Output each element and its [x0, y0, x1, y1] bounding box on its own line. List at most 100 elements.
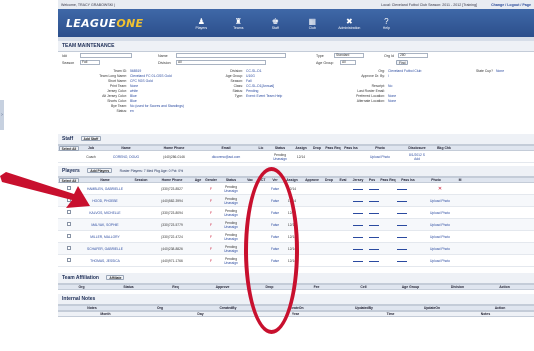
- col-header[interactable]: Age Group: [387, 285, 434, 289]
- nav-club[interactable]: ▦ Club: [298, 17, 326, 30]
- unassign-link[interactable]: Unassign: [218, 225, 244, 229]
- player-name-link[interactable]: MILLER, MALLORY: [80, 235, 130, 239]
- unassign-link[interactable]: Unassign: [218, 189, 244, 193]
- staff-col-header[interactable]: Pass Iss: [342, 146, 360, 150]
- add-players-button[interactable]: Add Players: [87, 168, 113, 173]
- staff-col-header[interactable]: Home Phone: [150, 146, 198, 150]
- player-col-header[interactable]: Gender: [204, 178, 218, 182]
- collapse-handle[interactable]: ›: [0, 100, 4, 130]
- upload-photo-link[interactable]: Upload Photo: [360, 155, 400, 159]
- player-checkbox[interactable]: [67, 246, 71, 250]
- col-header[interactable]: Req: [152, 285, 199, 289]
- unassign-link[interactable]: Unassign: [218, 237, 244, 241]
- upload-photo-link[interactable]: Upload Photo: [422, 211, 458, 215]
- pos-blank[interactable]: [369, 212, 379, 214]
- player-col-header[interactable]: Photo: [418, 178, 454, 182]
- col-header[interactable]: Time: [343, 312, 438, 316]
- staff-col-header[interactable]: Job: [80, 146, 102, 150]
- upload-photo-link[interactable]: Upload Photo: [422, 247, 458, 251]
- player-checkbox[interactable]: [67, 222, 71, 226]
- player-col-header[interactable]: Vac: [244, 178, 256, 182]
- player-col-header[interactable]: Drop: [322, 178, 336, 182]
- player-checkbox[interactable]: [67, 234, 71, 238]
- player-col-header[interactable]: Home Phone: [152, 178, 192, 182]
- jersey-blank[interactable]: [353, 236, 363, 238]
- jersey-blank[interactable]: [353, 188, 363, 190]
- affiliate-button[interactable]: Affiliate: [106, 275, 125, 280]
- staff-col-header[interactable]: Lic: [254, 146, 268, 150]
- col-header[interactable]: Approve: [199, 285, 246, 289]
- player-col-header[interactable]: Session: [130, 178, 152, 182]
- col-header[interactable]: Notes: [438, 312, 533, 316]
- player-col-header[interactable]: Approve: [302, 178, 322, 182]
- col-header[interactable]: Action: [481, 285, 528, 289]
- col-header[interactable]: Action: [466, 306, 534, 310]
- nav-players[interactable]: ♟ Players: [187, 17, 215, 30]
- nav-help[interactable]: ? Help: [372, 17, 400, 30]
- player-name-link[interactable]: SCHAFER, GABRIELLE: [80, 247, 130, 251]
- upload-photo-link[interactable]: Upload Photo: [422, 235, 458, 239]
- jersey-blank[interactable]: [353, 260, 363, 262]
- unassign-link[interactable]: Unassign: [268, 157, 292, 161]
- org-id-input[interactable]: 280: [398, 53, 428, 58]
- staff-col-header[interactable]: Pass Req: [324, 146, 342, 150]
- logo[interactable]: LEAGUEONE: [66, 17, 143, 30]
- upload-photo-link[interactable]: Upload Photo: [422, 199, 458, 203]
- disclosure[interactable]: 8/1/2012 S Add: [400, 153, 434, 161]
- pass-blank[interactable]: [397, 212, 407, 214]
- pos-blank[interactable]: [369, 224, 379, 226]
- col-header[interactable]: Division: [434, 285, 481, 289]
- col-header[interactable]: Fee: [293, 285, 340, 289]
- jersey-blank[interactable]: [353, 248, 363, 250]
- player-col-header[interactable]: M: [454, 178, 466, 182]
- type-select[interactable]: Standard: [334, 53, 364, 58]
- player-col-header[interactable]: Status: [218, 178, 244, 182]
- upload-photo-link[interactable]: Upload Photo: [422, 259, 458, 263]
- staff-name-link[interactable]: CORENO, DOUG: [102, 155, 150, 159]
- col-header[interactable]: Org: [126, 306, 194, 310]
- player-col-header[interactable]: Age: [192, 178, 204, 182]
- jersey-blank[interactable]: [353, 212, 363, 214]
- staff-col-header[interactable]: Assign: [292, 146, 310, 150]
- nav-administration[interactable]: ✖ Administration: [335, 17, 363, 30]
- unassign-link[interactable]: Unassign: [218, 201, 244, 205]
- change-logout-link[interactable]: Change / Logout / Page: [491, 3, 531, 7]
- unassign-link[interactable]: Unassign: [218, 249, 244, 253]
- pos-blank[interactable]: [369, 248, 379, 250]
- upload-photo-link[interactable]: ✕: [422, 186, 458, 192]
- jersey-blank[interactable]: [353, 200, 363, 202]
- season-select[interactable]: Fall: [80, 60, 100, 65]
- player-name-link[interactable]: THOMAS, JESSICA: [80, 259, 130, 263]
- pos-blank[interactable]: [369, 260, 379, 262]
- staff-email-link[interactable]: dkcoreno@aol.com: [198, 155, 254, 159]
- staff-col-header[interactable]: Photo: [360, 146, 400, 150]
- player-col-header[interactable]: Eval: [336, 178, 350, 182]
- player-checkbox[interactable]: [67, 258, 71, 262]
- pos-blank[interactable]: [369, 236, 379, 238]
- staff-col-header[interactable]: Email: [198, 146, 254, 150]
- pass-blank[interactable]: [397, 224, 407, 226]
- pass-blank[interactable]: [397, 248, 407, 250]
- player-col-header[interactable]: Pass Req: [378, 178, 398, 182]
- division-select[interactable]: All: [176, 60, 266, 65]
- staff-col-header[interactable]: Disclosure: [400, 146, 434, 150]
- staff-col-header[interactable]: Name: [102, 146, 150, 150]
- find-button[interactable]: Find: [396, 60, 409, 65]
- unassign-link[interactable]: Unassign: [218, 261, 244, 265]
- player-col-header[interactable]: Pos: [366, 178, 378, 182]
- col-header[interactable]: UpdateOn: [398, 306, 466, 310]
- jersey-blank[interactable]: [353, 224, 363, 226]
- age-group-select[interactable]: All: [340, 60, 356, 65]
- add-staff-button[interactable]: Add Staff: [80, 136, 102, 141]
- pos-blank[interactable]: [369, 200, 379, 202]
- pass-blank[interactable]: [397, 260, 407, 262]
- col-header[interactable]: Day: [153, 312, 248, 316]
- upload-photo-link[interactable]: Upload Photo: [422, 223, 458, 227]
- pass-blank[interactable]: [397, 200, 407, 202]
- pass-blank[interactable]: [397, 188, 407, 190]
- player-col-header[interactable]: Jersey: [350, 178, 366, 182]
- pos-blank[interactable]: [369, 188, 379, 190]
- delete-icon[interactable]: ✕: [438, 186, 442, 192]
- player-name-link[interactable]: MALYAK, SOPHIE: [80, 223, 130, 227]
- player-col-header[interactable]: Pass Iss: [398, 178, 418, 182]
